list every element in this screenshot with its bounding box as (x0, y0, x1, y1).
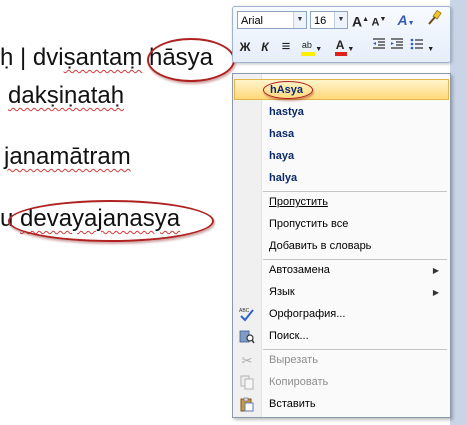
spelling-label: Орфография... (269, 308, 346, 320)
shrink-font-button[interactable]: A▼ (371, 10, 387, 30)
add-to-dictionary-label: Добавить в словарь (269, 240, 372, 252)
spelling-context-menu: hAsya hastya hasa haya halya Пропустить … (232, 73, 451, 418)
cut-label: Вырезать (269, 354, 318, 366)
language-label: Язык (269, 286, 295, 298)
italic-button[interactable]: К (257, 37, 273, 57)
shrink-font-label: A (371, 16, 380, 29)
grow-font-button[interactable]: A▲ (352, 10, 369, 30)
chevron-down-icon[interactable]: ▼ (347, 46, 354, 53)
misspelled-word[interactable]: ṣantaṃ (64, 44, 143, 71)
research-book-icon (239, 329, 255, 344)
suggestion-item-4[interactable]: haya (234, 146, 449, 167)
font-size-value: 16 (314, 15, 327, 27)
language-menu-item[interactable]: Язык ▶ (234, 282, 449, 303)
decrease-indent-icon (373, 38, 385, 49)
suggestion-label: halya (269, 172, 298, 184)
copy-menu-item[interactable]: Копировать (234, 372, 449, 393)
skip-all-label: Пропустить все (269, 218, 349, 230)
italic-label: К (261, 40, 269, 54)
suggestion-label: hastya (269, 106, 304, 118)
styles-button[interactable]: A▼ (393, 10, 419, 30)
font-size-combo[interactable]: 16 ▼ (310, 11, 348, 29)
scissors-icon: ✂ (241, 353, 253, 368)
bullets-button[interactable]: ▼ (409, 37, 435, 57)
mini-toolbar: Arial ▼ 16 ▼ A▲ A▼ A▼ Ж К ≡ ab ▼ A ▼ ▼ (232, 6, 451, 63)
suggestion-label: hasa (269, 128, 295, 140)
increase-indent-button[interactable] (389, 37, 405, 57)
center-align-button[interactable]: ≡ (277, 37, 295, 57)
bold-button[interactable]: Ж (237, 37, 253, 57)
cut-menu-item[interactable]: ✂ Вырезать (234, 350, 449, 371)
suggestion-item-2[interactable]: hastya (234, 102, 449, 123)
font-color-icon: A (335, 38, 344, 52)
format-painter-button[interactable] (425, 9, 443, 30)
line-2-text[interactable]: dakṣiṇataḥ (8, 82, 124, 109)
submenu-arrow-icon: ▶ (432, 266, 439, 275)
chevron-down-icon[interactable]: ▼ (293, 12, 306, 28)
skip-label: Пропустить (269, 196, 328, 208)
increase-indent-icon (391, 38, 403, 49)
annotation-ellipse-suggestion (263, 81, 313, 99)
suggestion-item-5[interactable]: halya (234, 168, 449, 189)
annotation-ellipse-devayajanasya (8, 200, 214, 242)
paste-label: Вставить (269, 398, 316, 410)
highlight-color-swatch (301, 52, 315, 56)
svg-text:ABC: ABC (239, 308, 250, 314)
highlighter-icon: ab (301, 40, 312, 50)
document-line-2[interactable]: dakṣiṇataḥ (8, 82, 124, 110)
highlight-button[interactable]: ab ▼ (299, 37, 325, 57)
grow-font-label: A (352, 13, 363, 30)
skip-menu-item[interactable]: Пропустить (234, 192, 449, 213)
search-label: Поиск... (269, 330, 309, 342)
autocorrect-label: Автозамена (269, 264, 330, 276)
line-3-text[interactable]: janamātram (4, 143, 131, 170)
add-to-dictionary-menu-item[interactable]: Добавить в словарь (234, 236, 449, 257)
center-align-icon: ≡ (281, 38, 291, 55)
suggestion-item-3[interactable]: hasa (234, 124, 449, 145)
paste-menu-item[interactable]: Вставить (234, 394, 449, 415)
font-color-swatch (335, 52, 347, 56)
search-menu-item[interactable]: Поиск... (234, 326, 449, 347)
skip-all-menu-item[interactable]: Пропустить все (234, 214, 449, 235)
copy-label: Копировать (269, 376, 329, 388)
font-color-button[interactable]: A ▼ (333, 37, 357, 57)
font-name-value: Arial (241, 15, 264, 27)
font-name-combo[interactable]: Arial ▼ (237, 11, 307, 29)
annotation-ellipse-hasya (147, 38, 235, 82)
chevron-down-icon[interactable]: ▼ (427, 46, 434, 53)
document-window-edge (450, 0, 467, 425)
paste-clipboard-icon (239, 397, 255, 412)
suggestion-label: haya (269, 150, 295, 162)
spelling-check-icon: ABC (239, 307, 255, 322)
document-line-3[interactable]: janamātram (4, 143, 131, 171)
styles-label: A (397, 12, 408, 28)
bullets-icon (410, 38, 423, 50)
format-painter-icon (428, 9, 442, 25)
copy-icon (239, 375, 255, 390)
chevron-down-icon[interactable]: ▼ (315, 46, 322, 53)
line-1-prefix: ḥ | dvi (0, 44, 64, 71)
spelling-menu-item[interactable]: ABC Орфография... (234, 304, 449, 325)
suggestion-item-1[interactable]: hAsya (234, 79, 449, 100)
submenu-arrow-icon: ▶ (432, 288, 439, 297)
autocorrect-menu-item[interactable]: Автозамена ▶ (234, 260, 449, 281)
chevron-down-icon[interactable]: ▼ (334, 12, 347, 28)
bold-label: Ж (239, 40, 251, 54)
decrease-indent-button[interactable] (371, 37, 387, 57)
